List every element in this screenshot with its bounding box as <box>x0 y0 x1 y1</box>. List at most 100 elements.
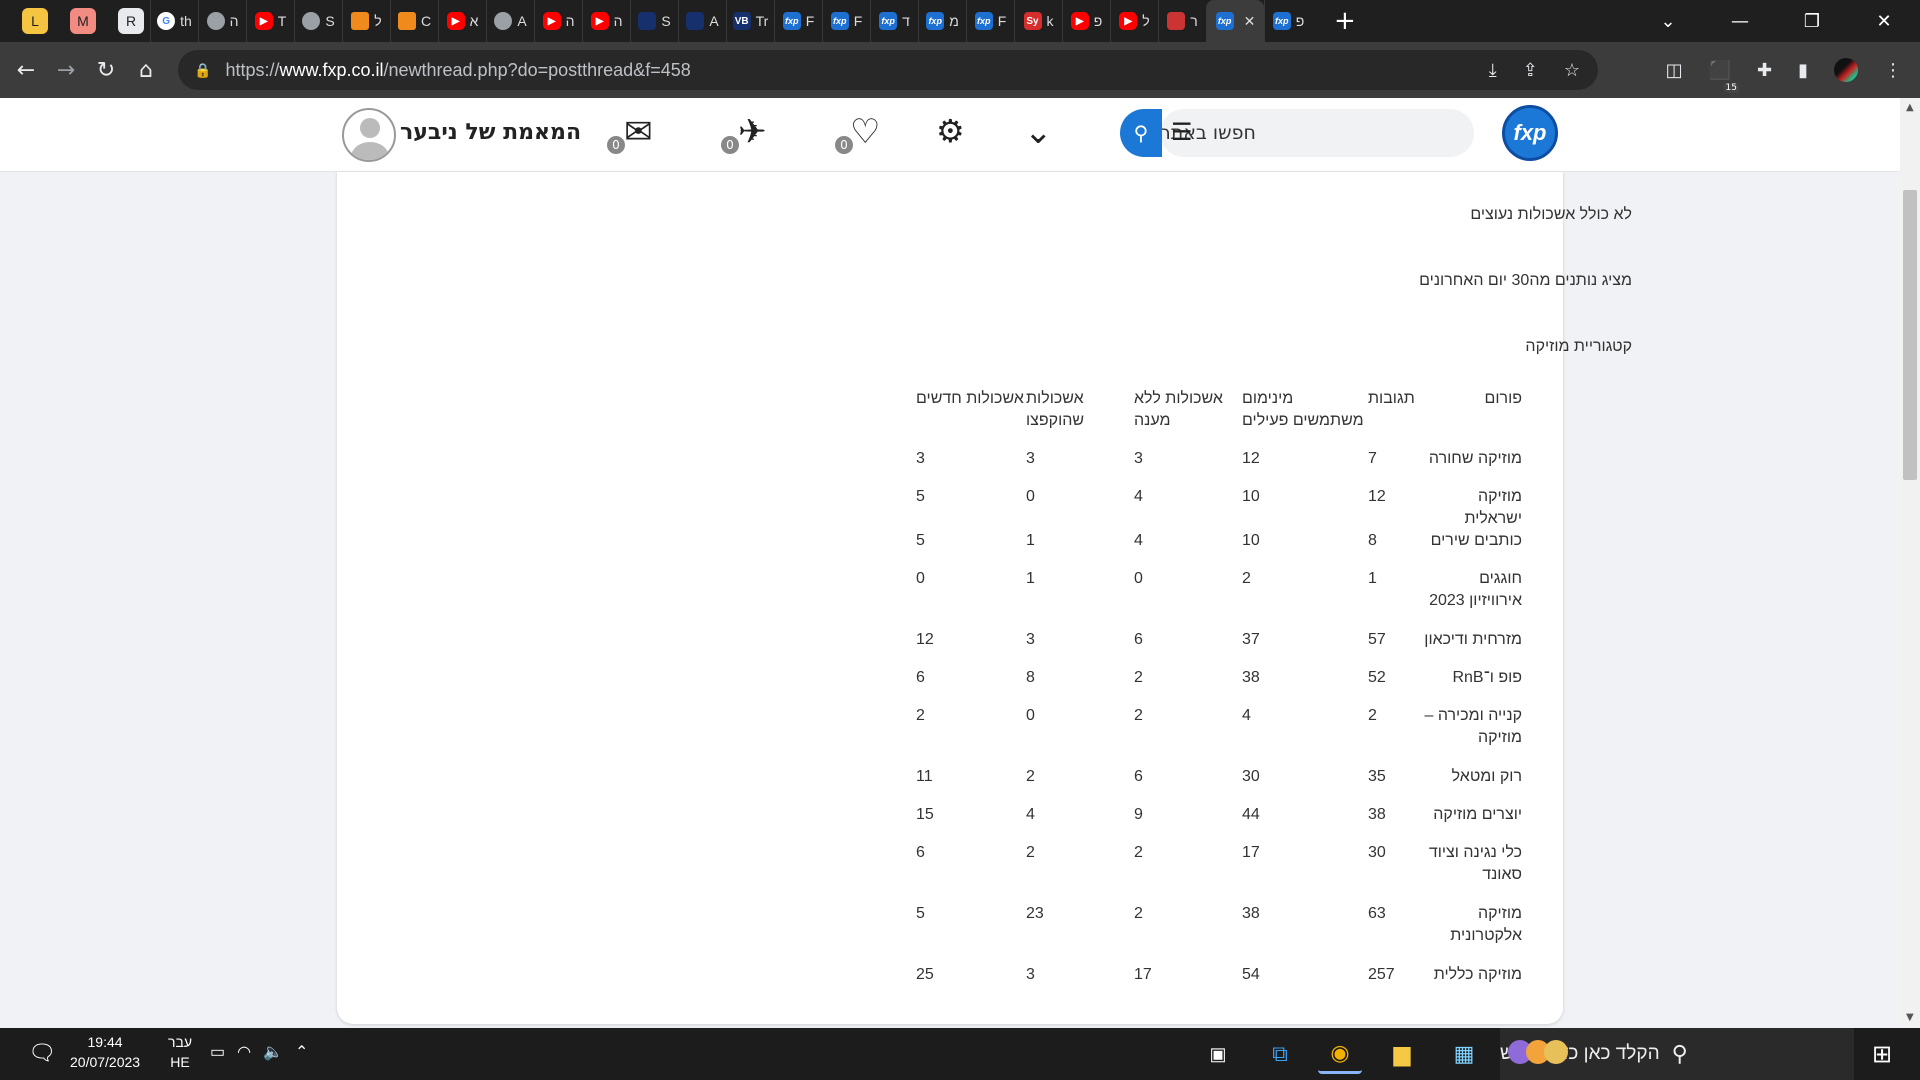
browser-tab[interactable]: Sy k <box>1014 0 1062 42</box>
terminal-app-icon[interactable]: ▣ <box>1196 1034 1240 1074</box>
browser-tab[interactable]: A <box>486 0 534 42</box>
browser-tab[interactable]: ▶ ל <box>1110 0 1158 42</box>
browser-tab[interactable]: fxp מ <box>918 0 966 42</box>
browser-tab[interactable]: fxp F <box>774 0 822 42</box>
browser-tab[interactable]: VB Tr <box>726 0 774 42</box>
browser-tab[interactable]: fxp F <box>822 0 870 42</box>
tab-title: A <box>709 13 719 29</box>
cell-forum-name[interactable]: חוגגים אירוויזיון 2023 <box>1424 568 1536 612</box>
extension-reader-icon[interactable]: ◫ <box>1666 60 1683 81</box>
browser-tab[interactable]: ל <box>342 0 390 42</box>
minimize-button[interactable]: — <box>1704 11 1776 32</box>
site-header: fxp חפשו באתר ☰ ⚲ ⌄ ⚙ ♡ 0 ✈ 0 ✉ 0 המאמת … <box>0 98 1900 172</box>
restore-button[interactable]: ❐ <box>1776 11 1848 32</box>
browser-tab[interactable]: A <box>678 0 726 42</box>
volume-icon[interactable]: 🔈 <box>263 1042 283 1062</box>
browser-menu-icon[interactable]: ⋮ <box>1884 60 1902 81</box>
profile-avatar[interactable] <box>1834 58 1858 82</box>
cell-forum-name[interactable]: קנייה ומכירה – מוזיקה <box>1424 705 1536 749</box>
cell-forum-name[interactable]: מזרחית ודיכאון <box>1424 629 1536 651</box>
cell-forum-name[interactable]: יוצרים מוזיקה <box>1424 804 1536 826</box>
paper-plane-icon[interactable]: ✈ <box>738 112 767 152</box>
browser-tab[interactable]: ר <box>1158 0 1206 42</box>
pinned-tab[interactable]: M <box>70 8 96 34</box>
browser-tab[interactable]: S <box>294 0 342 42</box>
vb-icon: VB <box>732 12 751 30</box>
heart-icon[interactable]: ♡ <box>850 112 880 152</box>
back-button[interactable]: ← <box>6 58 46 83</box>
cell-forum-name[interactable]: מוזיקה אלקטרונית <box>1424 903 1536 947</box>
home-button[interactable]: ⌂ <box>126 58 166 83</box>
taskbar-clock[interactable]: 19:44 20/07/2023 <box>70 1032 140 1072</box>
reload-button[interactable]: ↻ <box>86 58 126 83</box>
notification-center-icon[interactable]: 🗨 <box>28 1040 56 1066</box>
pinned-tab[interactable]: R <box>118 8 144 34</box>
fxp-logo[interactable]: fxp <box>1502 105 1558 161</box>
browser-tab[interactable]: ▶ א <box>438 0 486 42</box>
close-tab-icon[interactable]: ✕ <box>1244 13 1256 30</box>
browser-tab[interactable]: fxp פ <box>1264 0 1312 42</box>
cell-replies: 8 <box>1368 532 1377 549</box>
pinned-tab[interactable]: L <box>22 8 48 34</box>
tab-title: א <box>469 13 479 29</box>
tab-search-icon[interactable]: ⌄ <box>1632 11 1704 32</box>
cell-forum-name[interactable]: פופ ו־RnB <box>1424 667 1536 689</box>
extensions-puzzle-icon[interactable]: ✚ <box>1757 60 1772 81</box>
chrome-app-icon[interactable]: ◉ <box>1318 1034 1362 1074</box>
sent-count-badge: 0 <box>721 136 739 154</box>
browser-tab[interactable]: fxp F <box>966 0 1014 42</box>
username-label[interactable]: המאמת של ניבער <box>400 120 581 145</box>
side-panel-icon[interactable]: ▮ <box>1798 60 1808 81</box>
tray-overflow-chevron-icon[interactable]: ⌃ <box>295 1042 308 1062</box>
new-tab-button[interactable]: + <box>1334 6 1356 36</box>
cell-forum-name[interactable]: מוזיקה ישראלית <box>1424 486 1536 530</box>
table-row: מוזיקה אלקטרונית 63 38 2 23 5 <box>916 903 1536 964</box>
user-avatar[interactable] <box>342 108 396 162</box>
browser-tab-active[interactable]: fxp ✕ <box>1206 0 1264 42</box>
browser-tab[interactable]: ה <box>198 0 246 42</box>
cell-forum-name[interactable]: כותבים שירים <box>1424 530 1536 552</box>
header-unanswered-threads: אשכולות ללא מענה <box>1134 390 1223 429</box>
file-explorer-app-icon[interactable]: ▆ <box>1380 1034 1424 1074</box>
search-magnifier-icon: ⚲ <box>1671 1041 1688 1066</box>
search-button[interactable]: ⚲ <box>1120 109 1162 157</box>
cell-forum-name[interactable]: מוזיקה שחורה <box>1424 448 1536 470</box>
install-app-icon[interactable]: ⤓ <box>1489 60 1497 81</box>
settings-gear-icon[interactable]: ⚙ <box>936 112 965 150</box>
hamburger-menu-icon[interactable]: ☰ <box>1171 118 1193 146</box>
browser-tab[interactable]: S <box>630 0 678 42</box>
scroll-up-arrow-icon[interactable]: ▲ <box>1906 102 1914 113</box>
envelope-icon[interactable]: ✉ <box>624 112 653 152</box>
chevron-down-circle-icon[interactable]: ⌄ <box>1024 112 1053 152</box>
cell-forum-name[interactable]: רוק ומטאל <box>1424 766 1536 788</box>
cell-bumped-threads: 0 <box>1026 707 1035 724</box>
wifi-icon[interactable]: ◠ <box>237 1042 251 1062</box>
browser-tab[interactable]: ▶ T <box>246 0 294 42</box>
browser-tab[interactable]: fxp ד <box>870 0 918 42</box>
forward-button[interactable]: → <box>46 58 86 83</box>
extension-badge-icon[interactable]: ⬛ 15 <box>1709 60 1739 93</box>
close-window-button[interactable]: ✕ <box>1848 11 1920 32</box>
input-language[interactable]: עבר HE <box>168 1032 192 1072</box>
windows-start-icon[interactable]: ⊞ <box>1872 1040 1892 1069</box>
scroll-down-arrow-icon[interactable]: ▼ <box>1906 1012 1914 1023</box>
lock-icon[interactable]: 🔒 <box>194 62 211 79</box>
browser-tab[interactable]: ▶ ה <box>534 0 582 42</box>
table-row: מוזיקה ישראלית 12 10 4 0 5 <box>916 486 1536 530</box>
site-search-input[interactable]: חפשו באתר <box>1160 109 1474 157</box>
browser-tab[interactable]: C <box>390 0 438 42</box>
address-bar[interactable]: 🔒 https://www.fxp.co.il/newthread.php?do… <box>178 50 1598 90</box>
browser-tab[interactable]: Gth <box>150 0 198 42</box>
cell-forum-name[interactable]: כלי נגינה וציוד סאונד <box>1424 842 1536 886</box>
cell-unanswered-threads: 2 <box>1134 905 1143 922</box>
cell-forum-name[interactable]: מוזיקה כללית <box>1424 964 1536 986</box>
browser-tab[interactable]: ▶ פ <box>1062 0 1110 42</box>
bookmark-star-icon[interactable]: ☆ <box>1564 60 1580 81</box>
header-new-threads: אשכולות חדשים <box>916 390 1024 407</box>
store-app-icon[interactable]: ▦ <box>1442 1034 1486 1074</box>
share-icon[interactable]: ⇪ <box>1523 60 1538 81</box>
browser-tab[interactable]: ▶ ה <box>582 0 630 42</box>
vscode-app-icon[interactable]: ⧉ <box>1258 1034 1302 1074</box>
battery-icon[interactable]: ▭ <box>210 1042 225 1062</box>
scrollbar-thumb[interactable] <box>1903 190 1917 480</box>
